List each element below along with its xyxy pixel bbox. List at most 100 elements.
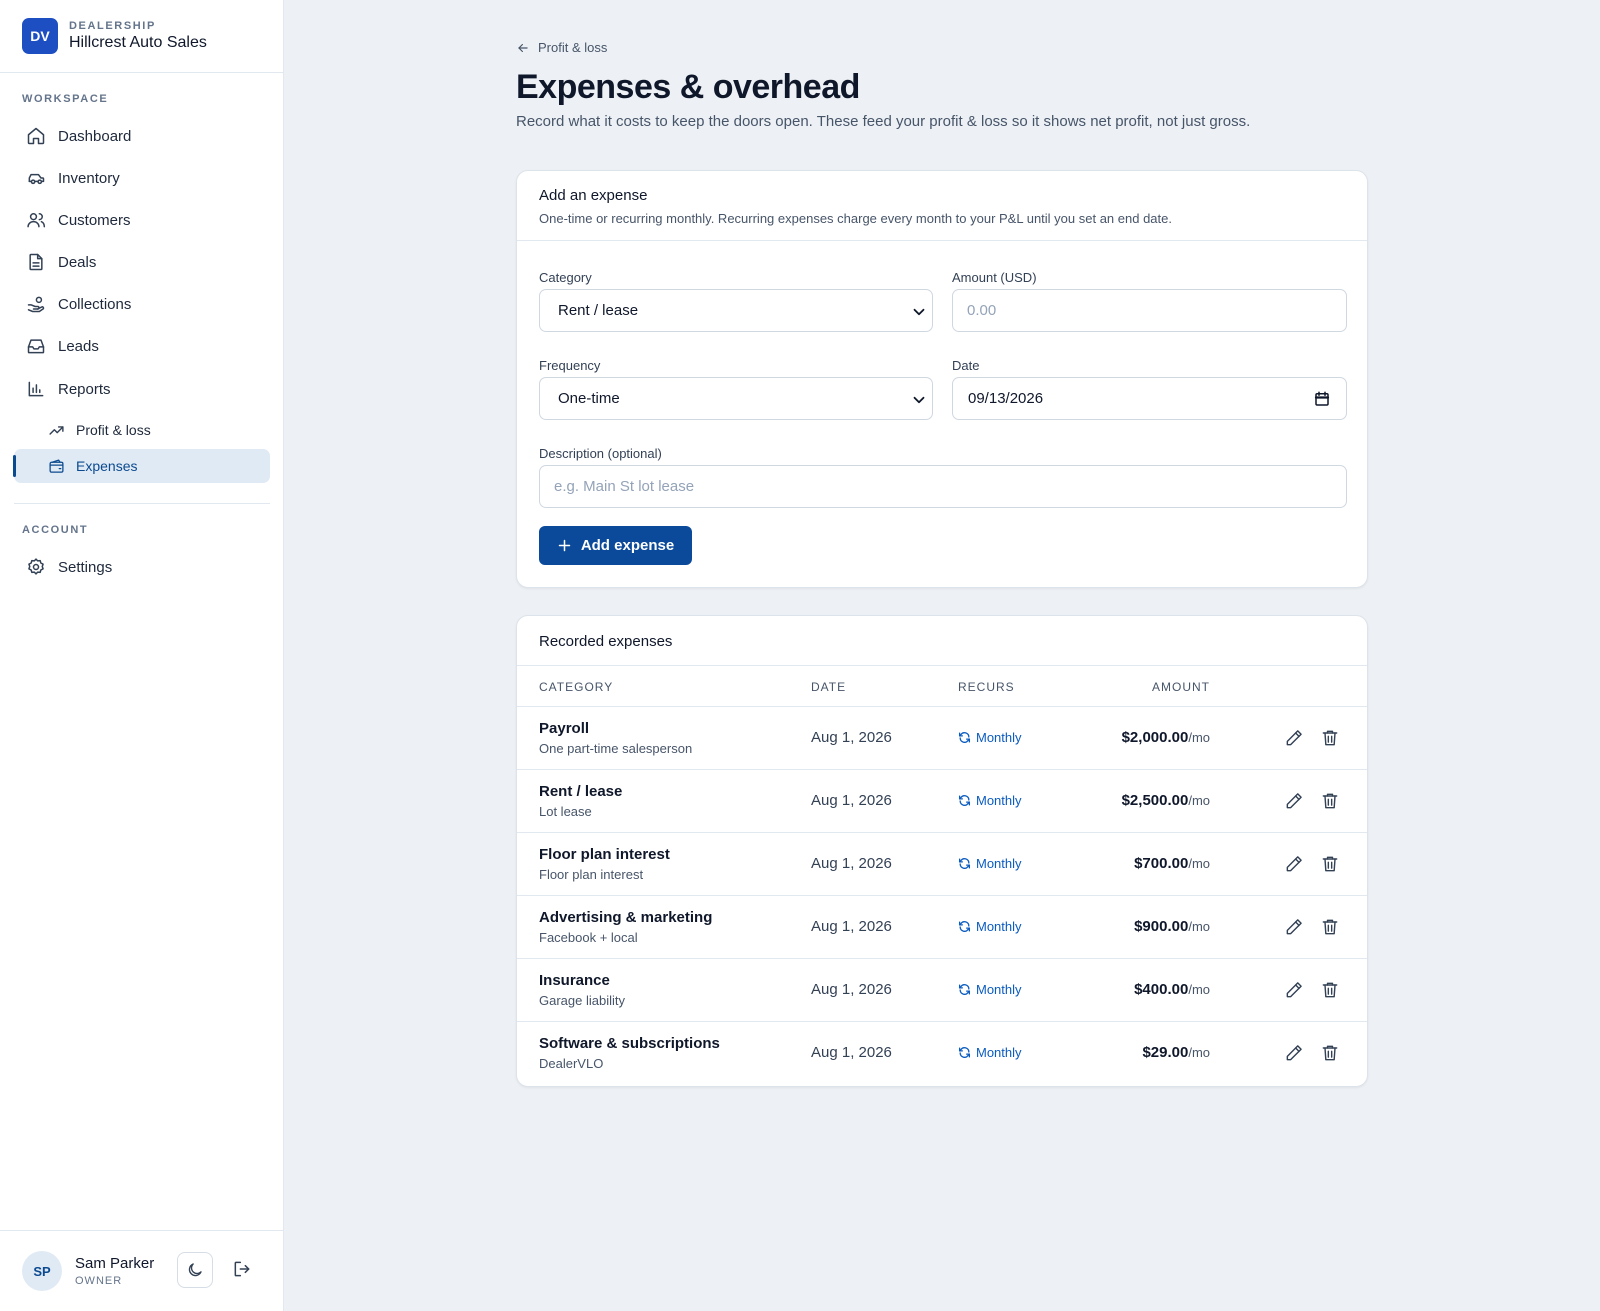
category-value: Rent / lease (558, 302, 639, 319)
row-amount-value: $900.00 (1134, 918, 1189, 935)
card-title: Add an expense (539, 187, 648, 204)
sidebar: DV DEALERSHIP Hillcrest Auto Sales WORKS… (0, 0, 284, 1311)
theme-toggle-button[interactable] (177, 1252, 213, 1288)
row-amount-value: $400.00 (1134, 981, 1189, 998)
page-subtitle: Record what it costs to keep the doors o… (516, 113, 1251, 130)
refresh-icon (958, 732, 971, 743)
workspace-section-label: WORKSPACE (22, 93, 109, 105)
edit-button[interactable] (1284, 728, 1304, 748)
row-recurs-label: Monthly (976, 982, 1022, 997)
sidebar-item-reports[interactable]: Reports (14, 372, 270, 406)
trending-up-icon (49, 425, 64, 435)
sidebar-item-profit-loss[interactable]: Profit & loss (14, 413, 270, 447)
trash-icon (1322, 982, 1338, 998)
sidebar-item-label: Settings (58, 558, 113, 576)
edit-button[interactable] (1284, 854, 1304, 874)
category-select[interactable]: Rent / lease (539, 289, 933, 332)
amount-label: Amount (USD) (952, 270, 1037, 285)
row-amount-value: $29.00 (1142, 1044, 1189, 1061)
row-recurs-label: Monthly (976, 856, 1022, 871)
row-category-cell: Payroll One part-time salesperson (539, 720, 692, 756)
row-category-cell: Rent / lease Lot lease (539, 783, 622, 819)
trash-icon (1322, 1045, 1338, 1061)
delete-button[interactable] (1320, 917, 1340, 937)
row-recurs: Monthly (958, 856, 1022, 871)
logout-icon (234, 1261, 250, 1277)
sidebar-item-dashboard[interactable]: Dashboard (14, 119, 270, 153)
category-label: Category (539, 270, 592, 285)
row-date: Aug 1, 2026 (811, 855, 892, 872)
row-category: Advertising & marketing (539, 909, 713, 926)
frequency-select[interactable]: One-time (539, 377, 933, 420)
logout-button[interactable] (232, 1259, 252, 1279)
recorded-expenses-card: Recorded expenses CATEGORY DATE RECURS A… (516, 615, 1368, 1087)
row-amount-period: /mo (1188, 793, 1210, 808)
sidebar-item-settings[interactable]: Settings (14, 550, 270, 584)
brand-logo: DV (22, 18, 58, 54)
row-date: Aug 1, 2026 (811, 918, 892, 935)
delete-button[interactable] (1320, 791, 1340, 811)
calendar-icon[interactable] (1313, 390, 1331, 408)
edit-button[interactable] (1284, 1043, 1304, 1063)
sidebar-item-customers[interactable]: Customers (14, 203, 270, 237)
refresh-icon (958, 795, 971, 806)
wallet-icon (49, 458, 64, 473)
arrow-left-icon (518, 43, 528, 52)
amount-input[interactable]: 0.00 (952, 289, 1347, 332)
avatar: SP (22, 1251, 62, 1291)
sidebar-item-deals[interactable]: Deals (14, 245, 270, 279)
brand-eyebrow: DEALERSHIP (69, 20, 156, 32)
row-amount-period: /mo (1188, 730, 1210, 745)
table-row: Advertising & marketing Facebook + local… (517, 896, 1367, 959)
sidebar-item-leads[interactable]: Leads (14, 329, 270, 363)
row-amount-value: $700.00 (1134, 855, 1189, 872)
sidebar-item-inventory[interactable]: Inventory (14, 161, 270, 195)
sidebar-item-label: Customers (58, 211, 131, 229)
description-input[interactable]: e.g. Main St lot lease (539, 465, 1347, 508)
table-header: CATEGORY DATE RECURS AMOUNT (517, 666, 1367, 707)
user-role: OWNER (75, 1275, 123, 1287)
delete-button[interactable] (1320, 980, 1340, 1000)
frequency-value: One-time (558, 390, 620, 407)
table-row: Software & subscriptions DealerVLO Aug 1… (517, 1022, 1367, 1085)
row-amount: $2,500.00/mo (1122, 792, 1210, 809)
table-title: Recorded expenses (517, 616, 1367, 666)
row-category: Floor plan interest (539, 846, 670, 863)
column-header-amount: AMOUNT (1152, 680, 1210, 694)
page-title: Expenses & overhead (516, 68, 860, 106)
row-date: Aug 1, 2026 (811, 981, 892, 998)
refresh-icon (958, 858, 971, 869)
sidebar-item-label: Deals (58, 253, 97, 271)
table-row: Insurance Garage liability Aug 1, 2026 M… (517, 959, 1367, 1022)
row-amount-period: /mo (1188, 856, 1210, 871)
row-recurs: Monthly (958, 730, 1022, 745)
pencil-icon (1286, 793, 1302, 809)
delete-button[interactable] (1320, 728, 1340, 748)
row-recurs: Monthly (958, 982, 1022, 997)
row-date: Aug 1, 2026 (811, 729, 892, 746)
row-amount-period: /mo (1188, 1045, 1210, 1060)
sidebar-item-expenses[interactable]: Expenses (14, 449, 270, 483)
edit-button[interactable] (1284, 791, 1304, 811)
date-input[interactable]: 09/13/2026 (952, 377, 1347, 420)
gear-icon (28, 558, 44, 575)
home-icon (27, 127, 45, 145)
add-expense-button[interactable]: Add expense (539, 526, 692, 565)
row-category: Insurance (539, 972, 610, 989)
edit-button[interactable] (1284, 980, 1304, 1000)
bar-chart-icon (28, 381, 44, 397)
edit-button[interactable] (1284, 917, 1304, 937)
delete-button[interactable] (1320, 854, 1340, 874)
row-amount: $900.00/mo (1134, 918, 1210, 935)
table-row: Floor plan interest Floor plan interest … (517, 833, 1367, 896)
pencil-icon (1286, 1045, 1302, 1061)
delete-button[interactable] (1320, 1043, 1340, 1063)
breadcrumb-back-link[interactable]: Profit & loss (516, 40, 607, 55)
document-icon (29, 253, 43, 271)
table-row: Rent / lease Lot lease Aug 1, 2026 Month… (517, 770, 1367, 833)
frequency-label: Frequency (539, 358, 601, 373)
sidebar-item-collections[interactable]: Collections (14, 287, 270, 321)
sidebar-divider (14, 503, 270, 504)
plus-icon (558, 539, 571, 552)
row-recurs-label: Monthly (976, 793, 1022, 808)
